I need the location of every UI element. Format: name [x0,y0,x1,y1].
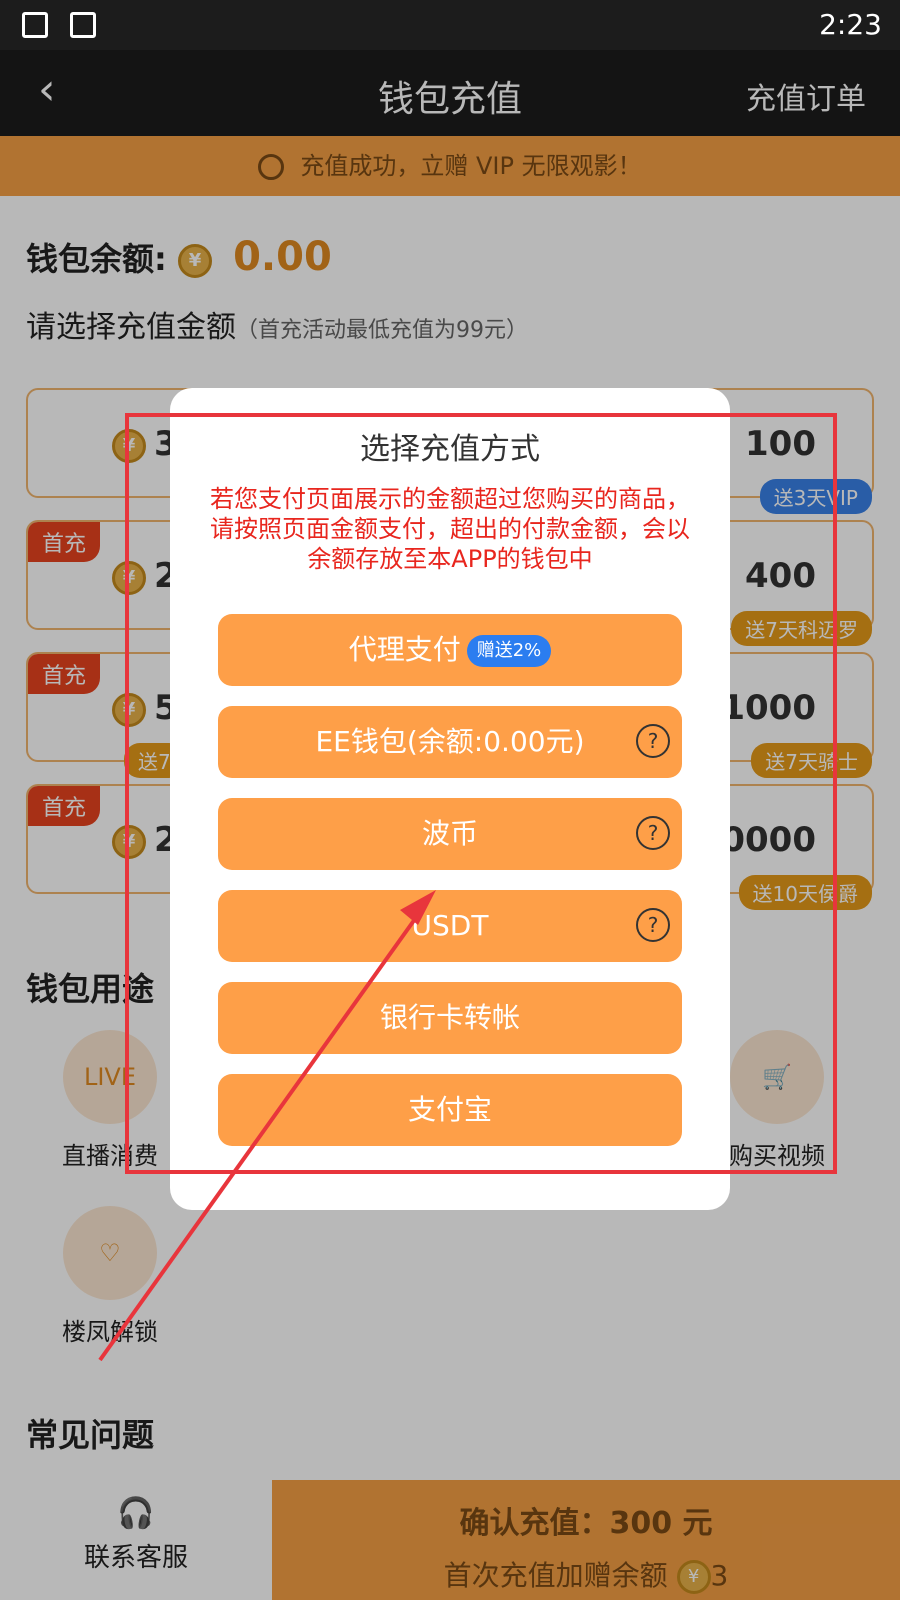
help-icon[interactable]: ? [636,724,670,758]
pay-option-agent[interactable]: 代理支付 赠送2% [218,614,682,686]
pay-option-label: 银行卡转帐 [379,1001,520,1034]
dialog-title: 选择充值方式 [360,432,540,467]
pay-option-label: EE钱包(余额:0.00元) [315,725,585,758]
pay-option-label: USDT [411,909,489,942]
bonus-badge: 赠送2% [466,635,552,667]
clock-time: 2:23 [819,8,882,41]
pay-option-label: 支付宝 [407,1093,492,1126]
image-icon [22,12,48,38]
pay-option-label: 代理支付 [348,633,461,666]
pay-option-bank-transfer[interactable]: 银行卡转帐 [218,982,682,1054]
pay-option-label: 波币 [421,817,478,850]
help-icon[interactable]: ? [636,816,670,850]
pay-option-bocoin[interactable]: 波币? [218,798,682,870]
help-icon[interactable]: ? [636,908,670,942]
payment-warning: 若您支付页面展示的金额超过您购买的商品，请按照页面金额支付，超出的付款金额，会以… [210,485,690,573]
pay-option-ee-wallet[interactable]: EE钱包(余额:0.00元)? [218,706,682,778]
font-icon [70,12,96,38]
payment-method-dialog: 选择充值方式 若您支付页面展示的金额超过您购买的商品，请按照页面金额支付，超出的… [170,388,730,1210]
status-bar: 2:23 [0,0,900,50]
pay-option-alipay[interactable]: 支付宝 [218,1074,682,1146]
pay-option-usdt[interactable]: USDT? [218,890,682,962]
